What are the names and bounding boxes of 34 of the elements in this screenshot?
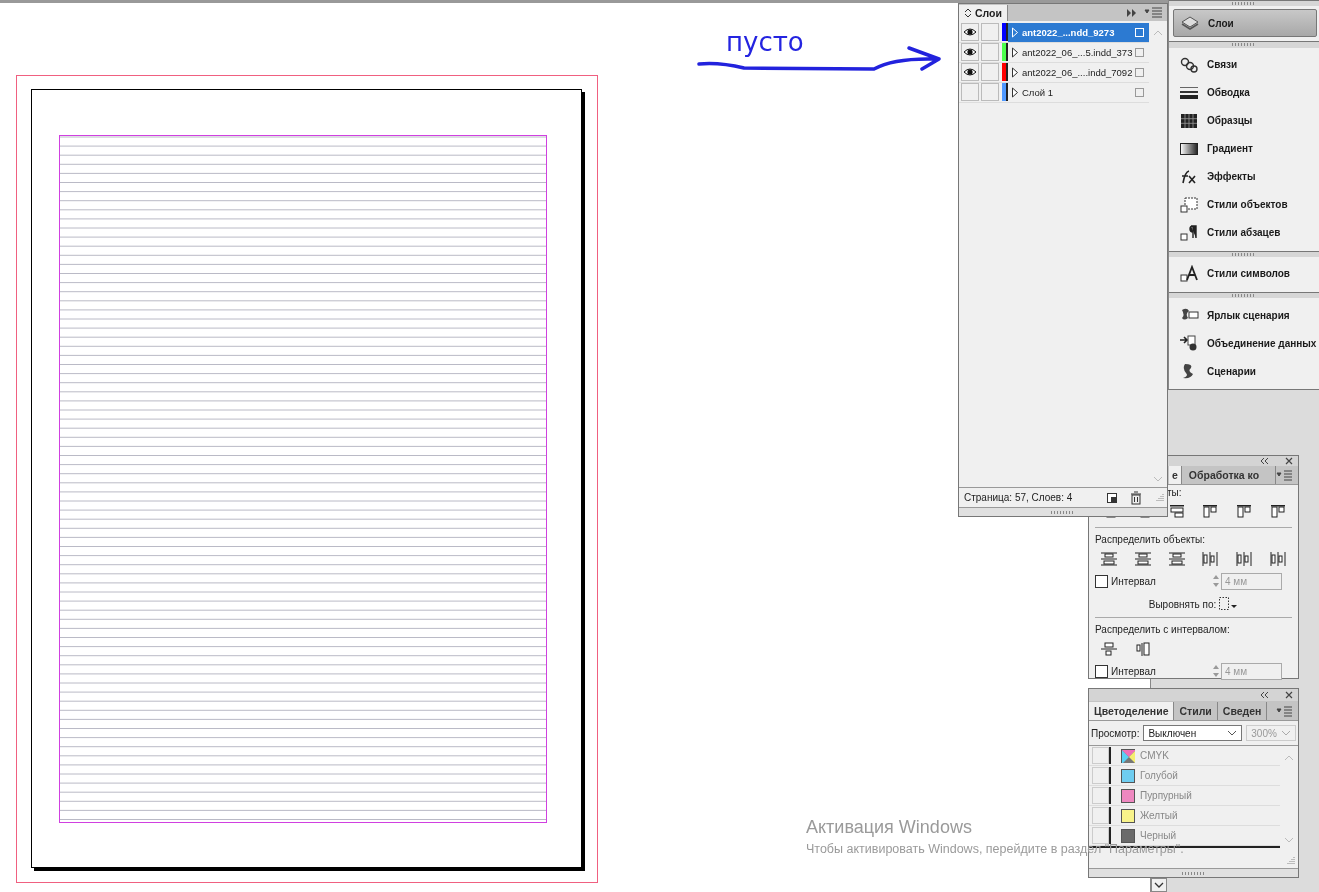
checkbox-label: Интервал [1111, 575, 1157, 587]
dock-panel-button[interactable]: Образцы [1169, 106, 1319, 135]
dock-panel-button[interactable]: Ярлык сценария [1169, 301, 1319, 329]
section-label: Распределить с интервалом: [1095, 624, 1231, 635]
layer-row[interactable]: ant2022_06_...5.indd_373 [1008, 43, 1150, 62]
layer-row[interactable]: Слой 1 [1008, 83, 1150, 102]
dock-panel-button[interactable]: Объединение данных [1169, 329, 1319, 357]
align-to-label: Выровнять по: [1148, 598, 1217, 610]
ink-name: Черный [1140, 830, 1177, 841]
preview-label: Просмотр: [1091, 727, 1140, 739]
dock-panel-button[interactable]: Стили символов [1169, 259, 1319, 288]
annotation-text: пусто [726, 26, 804, 58]
dock-panel-button[interactable]: Стили объектов [1169, 190, 1319, 219]
status-text: Страница: 57, Слоев: 4 [964, 492, 1073, 503]
panel-tab[interactable]: Слои [959, 5, 1008, 21]
layer-row[interactable]: ant2022_06_....indd_7092 [1008, 63, 1150, 82]
ink-name: Пурпурный [1140, 790, 1192, 801]
dock-panel-button[interactable]: Стили абзацев [1169, 218, 1319, 247]
dock-panel-button[interactable]: Сценарии [1169, 357, 1319, 385]
ink-name: Желтый [1140, 810, 1178, 821]
ink-name: Голубой [1140, 770, 1178, 781]
dock-panel-button[interactable]: Градиент [1169, 134, 1319, 163]
dock-panel-button[interactable]: Эффекты [1169, 162, 1319, 191]
dock-panel-button[interactable]: Слои [1173, 9, 1317, 38]
checkbox-label: Интервал [1111, 665, 1157, 677]
ink-name: CMYK [1140, 750, 1169, 761]
dock-panel-button[interactable]: Связи [1169, 50, 1319, 79]
section-label: ты: [1167, 487, 1182, 498]
panel-tab[interactable]: Цветоделение [1089, 702, 1175, 720]
section-label: Распределить объекты: [1095, 534, 1207, 545]
preview-dropdown[interactable]: Выключен [1143, 725, 1243, 741]
panel-tab[interactable]: е [1169, 466, 1182, 484]
activation-title: Активация Windows [806, 817, 972, 838]
dock-panel-button[interactable]: Обводка [1169, 78, 1319, 107]
